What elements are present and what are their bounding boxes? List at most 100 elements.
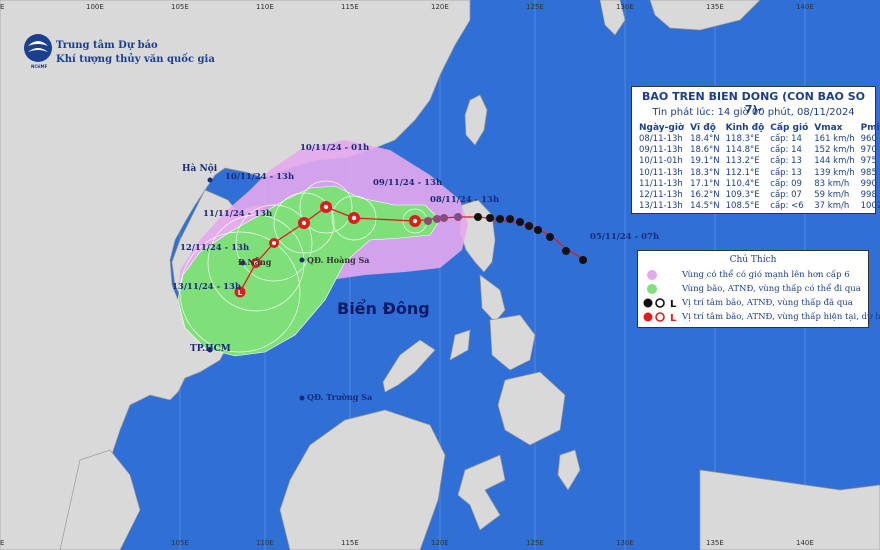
organization-line2: Khí tượng thủy văn quốc gia <box>56 54 215 65</box>
cell: 161 km/h <box>814 134 855 144</box>
cell: 37 km/h <box>814 201 850 212</box>
cell: 09/11-13h <box>639 145 683 156</box>
cell: 985 mb <box>860 167 880 178</box>
cell: 08/11-13h <box>639 134 683 144</box>
cell: 18.4°N <box>690 134 720 144</box>
table-row: 09/11-13h 18.6°N 114.8°E cấp: 14 152 km/h 970… <box>636 145 880 156</box>
cell: 10/11-13h <box>639 167 683 178</box>
table-row: 10/11-13h 18.3°N 112.1°E cấp: 13 139 km/h 985… <box>636 168 880 179</box>
time-label: 10/11/24 - 13h <box>225 172 295 182</box>
past-symbols-icon: L <box>643 298 677 309</box>
longitude-label: 110E <box>256 3 274 11</box>
legend-item-storm-zone: Vùng bão, ATNĐ, vùng thấp có thể đi qua <box>642 282 861 296</box>
legend-label: Vùng có thể có gió mạnh lên hơn cấp 6 <box>682 270 850 280</box>
place-danang: Đ.Nẵng <box>238 257 272 267</box>
cell: cấp: 07 <box>770 190 802 201</box>
cell: 109.3°E <box>725 190 760 201</box>
table-row: 10/11-01h 19.1°N 113.2°E cấp: 13 144 km/h 975… <box>636 156 880 167</box>
legend-label: Vị trí tâm bão, ATNĐ, vùng thấp đã qua <box>682 298 853 308</box>
svg-text:L: L <box>670 299 677 309</box>
place-hoangsa: QĐ. Hoàng Sa <box>307 255 370 265</box>
cell: 139 km/h <box>814 167 855 178</box>
cell: cấp: 14 <box>770 145 802 156</box>
longitude-label: 105E <box>171 539 189 547</box>
cell: 144 km/h <box>814 156 855 167</box>
organization-line1: Trung tâm Dự báo <box>56 40 158 51</box>
cell: 18.3°N <box>690 167 720 178</box>
cell: 59 km/h <box>814 190 850 201</box>
longitude-label: 120E <box>431 3 449 11</box>
info-header: Ngày-giờ <box>639 123 685 133</box>
info-header: Vĩ độ <box>690 123 716 133</box>
longitude-label: 140E <box>796 3 814 11</box>
longitude-label: 130E <box>616 539 634 547</box>
forecast-symbols-icon: L <box>643 312 677 323</box>
info-header: Kinh độ <box>725 123 765 133</box>
info-header: Pmin <box>860 123 880 133</box>
cell: 108.5°E <box>725 201 760 212</box>
time-label: 13/11/24 - 13h <box>172 282 242 292</box>
green-dot-icon <box>647 284 657 294</box>
table-row: 12/11-13h 16.2°N 109.3°E cấp: 07 59 km/h 998 … <box>636 190 880 201</box>
cell: 12/11-13h <box>639 190 683 201</box>
cell: cấp: 13 <box>770 156 802 167</box>
cell: 18.6°N <box>690 145 720 156</box>
place-tphcm: TP.HCM <box>190 344 231 354</box>
info-subtitle: Tin phát lúc: 14 giờ 00 phút, 08/11/2024 <box>652 107 855 118</box>
cell: 112.1°E <box>725 167 760 178</box>
legend-title: Chú Thích <box>729 255 777 265</box>
cell: cấp: 13 <box>770 167 802 178</box>
cell: 19.1°N <box>690 156 720 167</box>
cell: 14.5°N <box>690 201 720 212</box>
place-hanoi: Hà Nội <box>182 164 218 174</box>
longitude-label: 130E <box>616 3 634 11</box>
longitude-label-edge-top: E <box>0 3 5 11</box>
cell: 83 km/h <box>814 178 850 189</box>
info-header: Vmax <box>814 123 843 133</box>
info-table: Ngày-giờ Vĩ độ Kinh độ Cấp gió Vmax Pmin… <box>636 122 880 212</box>
longitude-label: 135E <box>706 3 724 11</box>
cell: cấp: 09 <box>770 178 802 189</box>
cell: 16.2°N <box>690 190 720 201</box>
time-label: 11/11/24 - 13h <box>203 209 273 219</box>
nchmf-logo <box>24 34 52 62</box>
longitude-label: 115E <box>341 539 359 547</box>
time-label: 10/11/24 - 01h <box>300 143 370 153</box>
cell: 970 mb <box>860 145 880 156</box>
longitude-label: 105E <box>171 3 189 11</box>
cell: 10/11-01h <box>639 156 683 167</box>
longitude-label-edge-bottom: E <box>0 539 5 547</box>
cell: 114.8°E <box>725 145 760 156</box>
time-label: 08/11/24 - 13h <box>430 195 500 205</box>
logo-caption: NCHMF <box>31 64 48 69</box>
table-row: 11/11-13h 17.1°N 110.4°E cấp: 09 83 km/h 990 … <box>636 179 880 190</box>
time-label: 09/11/24 - 13h <box>373 178 443 188</box>
pink-dot-icon <box>647 270 657 280</box>
sea-name: Biển Đông <box>337 299 430 318</box>
legend-item-wind-zone: Vùng có thể có gió mạnh lên hơn cấp 6 <box>642 268 850 282</box>
place-truongsa: QĐ. Trường Sa <box>307 392 373 402</box>
longitude-label: 125E <box>526 3 544 11</box>
cell: 152 km/h <box>814 145 855 156</box>
time-label: 05/11/24 - 07h <box>590 232 660 242</box>
info-header-row: Ngày-giờ Vĩ độ Kinh độ Cấp gió Vmax Pmin <box>636 122 880 134</box>
longitude-label: 125E <box>526 539 544 547</box>
longitude-label: 100E <box>86 3 104 11</box>
svg-text:L: L <box>670 313 677 323</box>
legend-item-past: L Vị trí tâm bão, ATNĐ, vùng thấp đã qua <box>642 296 853 310</box>
legend-box: Chú Thích Vùng có thể có gió mạnh lên hơ… <box>637 250 880 328</box>
longitude-label: 115E <box>341 3 359 11</box>
table-row: 13/11-13h 14.5°N 108.5°E cấp: <6 37 km/h 1002… <box>636 201 880 212</box>
cell: 975 mb <box>860 156 880 167</box>
longitude-label: 120E <box>431 539 449 547</box>
cell: 960 mb <box>860 134 880 144</box>
cell: 990 mb <box>860 178 880 189</box>
cell: 17.1°N <box>690 178 720 189</box>
cell: 13/11-13h <box>639 201 683 212</box>
cell: 113.2°E <box>725 156 760 167</box>
legend-item-forecast: L Vị trí tâm bão, ATNĐ, vùng thấp hiện t… <box>642 310 880 324</box>
cell: 1002 mb <box>860 201 880 212</box>
longitude-label: 140E <box>796 539 814 547</box>
legend-label: Vùng bão, ATNĐ, vùng thấp có thể đi qua <box>682 284 861 294</box>
longitude-label: 110E <box>256 539 274 547</box>
